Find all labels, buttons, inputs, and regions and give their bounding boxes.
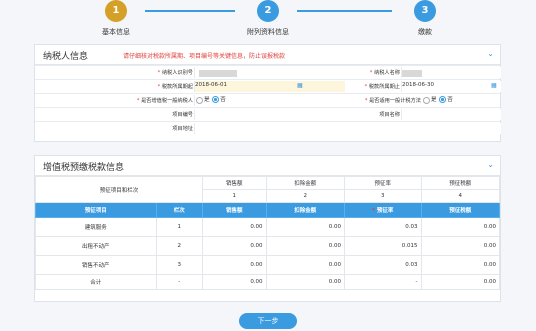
general-no-radio[interactable] xyxy=(212,96,220,103)
table-row: 出租不动产 2 0.00 0.00 0.015 0.00 xyxy=(35,236,501,256)
row-col: 1 xyxy=(155,217,204,237)
th-sales: 销售额 xyxy=(202,202,267,218)
col-num: 4 xyxy=(420,189,501,203)
th-deduct: 扣除金额 xyxy=(265,202,345,218)
col-num: 2 xyxy=(265,189,345,203)
rate-cell: 0.03 xyxy=(343,217,422,237)
col-head-sales: 销售额 xyxy=(202,176,267,190)
project-addr-field[interactable] xyxy=(194,123,501,134)
period-start-value: 2018-06-01 xyxy=(195,82,227,88)
period-end-value: 2018-06-30 xyxy=(402,82,434,88)
prepay-header[interactable]: 增值税预缴税款信息 ⌄ xyxy=(35,156,500,176)
period-end-field[interactable]: 2018-06-30 ▦ xyxy=(401,81,501,92)
row-item: 建筑服务 xyxy=(35,217,157,237)
calendar-icon[interactable]: ▦ xyxy=(297,82,303,89)
redacted-value xyxy=(402,70,422,77)
taxpayer-panel: 纳税人信息 请仔细核对税款所属期、项目编号等关键信息，防止误报税款 ⌄ * 纳税… xyxy=(34,44,501,142)
step-3-label: 缴款 xyxy=(418,28,432,36)
project-name-field[interactable] xyxy=(401,109,501,120)
tax-cell: 0.00 xyxy=(420,217,501,237)
redacted-value xyxy=(199,70,237,77)
table-top-header: 预征项目和栏次 销售额 扣除金额 预征率 预征税额 xyxy=(35,176,501,203)
chevron-down-icon[interactable]: ⌄ xyxy=(487,160,494,169)
next-step-button[interactable]: 下一步 xyxy=(239,313,297,329)
project-no-label: 项目编号 xyxy=(172,112,193,118)
taxpayer-header[interactable]: 纳税人信息 请仔细核对税款所属期、项目编号等关键信息，防止误报税款 ⌄ xyxy=(35,45,500,65)
taxpayer-name-label: 纳税人名称 xyxy=(374,70,400,76)
taxpayer-id-label: 纳税人识别号 xyxy=(161,70,193,76)
th-col: 栏次 xyxy=(155,202,204,218)
total-deduct: 0.00 xyxy=(265,274,345,290)
taxpayer-title: 纳税人信息 xyxy=(43,52,89,62)
tax-cell: 0.00 xyxy=(420,236,501,256)
step-1-label: 基本信息 xyxy=(102,28,130,36)
col-num: 1 xyxy=(202,189,267,203)
sales-input[interactable]: 0.00 xyxy=(202,236,267,256)
table-blue-header: 预征项目 栏次 销售额 扣除金额 * 预征率 预征税额 xyxy=(35,202,501,218)
warning-text: 请仔细核对税款所属期、项目编号等关键信息，防止误报税款 xyxy=(123,53,286,60)
col-num: 3 xyxy=(343,189,422,203)
total-tax: 0.00 xyxy=(420,274,501,290)
sales-input[interactable]: 0.00 xyxy=(202,255,267,275)
th-item: 预征项目 xyxy=(35,202,157,218)
step-3-circle: 3 xyxy=(414,0,436,22)
row-item: 出租不动产 xyxy=(35,236,157,256)
period-row: * 税款所属期起 2018-06-01 ▦ * 税款所属期止 2018-06-3… xyxy=(35,79,501,93)
project-addr-label: 项目地址 xyxy=(172,126,193,132)
calendar-icon[interactable]: ▦ xyxy=(491,82,497,89)
row-item: 销售不动产 xyxy=(35,255,157,275)
table-row: 建筑服务 1 0.00 0.00 0.03 0.00 xyxy=(35,217,501,237)
general-yes-radio[interactable] xyxy=(196,97,203,104)
prepay-title: 增值税预缴税款信息 xyxy=(43,163,125,173)
general-taxpayer-label: 是否增值税一般纳税人 xyxy=(141,98,193,104)
row-item: 合计 xyxy=(35,274,157,290)
taxpayer-name-field[interactable] xyxy=(401,67,501,78)
step-2-label: 附列资料信息 xyxy=(247,28,289,36)
step-1-circle: 1 xyxy=(105,0,127,22)
th-tax: 预征税额 xyxy=(420,202,501,218)
row-col: 3 xyxy=(155,255,204,275)
table-row-total: 合计 - 0.00 0.00 - 0.00 xyxy=(35,274,501,290)
project-row: 项目编号 项目名称 xyxy=(35,107,501,121)
rate-cell: 0.015 xyxy=(343,236,422,256)
project-addr-row: 项目地址 xyxy=(35,121,501,135)
project-name-label: 项目名称 xyxy=(379,112,400,118)
total-sales: 0.00 xyxy=(202,274,267,290)
chevron-down-icon[interactable]: ⌄ xyxy=(487,49,494,58)
simple-yes-label: 是 xyxy=(431,97,437,103)
rate-cell: 0.03 xyxy=(343,255,422,275)
deduct-input[interactable]: 0.00 xyxy=(265,236,345,256)
general-yes-label: 是 xyxy=(204,97,210,103)
deduct-input[interactable]: 0.00 xyxy=(265,217,345,237)
taxpayer-id-row: * 纳税人识别号 * 纳税人名称 xyxy=(35,65,501,79)
step-connector xyxy=(145,10,235,12)
step-connector xyxy=(297,10,392,12)
simple-yes-radio[interactable] xyxy=(423,97,430,104)
total-rate: - xyxy=(343,274,422,290)
deduct-input[interactable]: 0.00 xyxy=(265,255,345,275)
general-no-label: 否 xyxy=(220,97,226,103)
simple-no-radio[interactable] xyxy=(439,96,447,103)
general-taxpayer-row: * 是否增值税一般纳税人 是 否 * 是否适用一般计税方法 是 否 xyxy=(35,93,500,107)
simple-method-radio-group: 是 否 xyxy=(422,95,500,106)
period-start-label: 税款所属期起 xyxy=(161,84,193,90)
col-head-deduct: 扣除金额 xyxy=(265,176,345,190)
th-rate: * 预征率 xyxy=(343,202,422,218)
simple-method-label: 是否适用一般计税方法 xyxy=(369,98,421,104)
col-head-tax: 预征税额 xyxy=(420,176,501,190)
simple-no-label: 否 xyxy=(447,97,453,103)
prepay-panel: 增值税预缴税款信息 ⌄ 预征项目和栏次 销售额 扣除金额 预征率 预征税额 1 … xyxy=(34,155,501,302)
sales-input[interactable]: 0.00 xyxy=(202,217,267,237)
row-col: 2 xyxy=(155,236,204,256)
period-end-label: 税款所属期止 xyxy=(368,84,400,90)
prepay-table: 预征项目和栏次 销售额 扣除金额 预征率 预征税额 1 2 3 4 预征项目 栏… xyxy=(35,176,501,290)
table-row: 销售不动产 3 0.00 0.00 0.03 0.00 xyxy=(35,255,501,275)
step-2-circle: 2 xyxy=(257,0,279,22)
col-head-rate: 预征率 xyxy=(343,176,422,190)
row-col: - xyxy=(155,274,204,290)
step-indicator: 1 2 3 基本信息 附列资料信息 缴款 xyxy=(0,0,536,40)
table-corner-header: 预征项目和栏次 xyxy=(35,176,203,203)
tax-cell: 0.00 xyxy=(420,255,501,275)
